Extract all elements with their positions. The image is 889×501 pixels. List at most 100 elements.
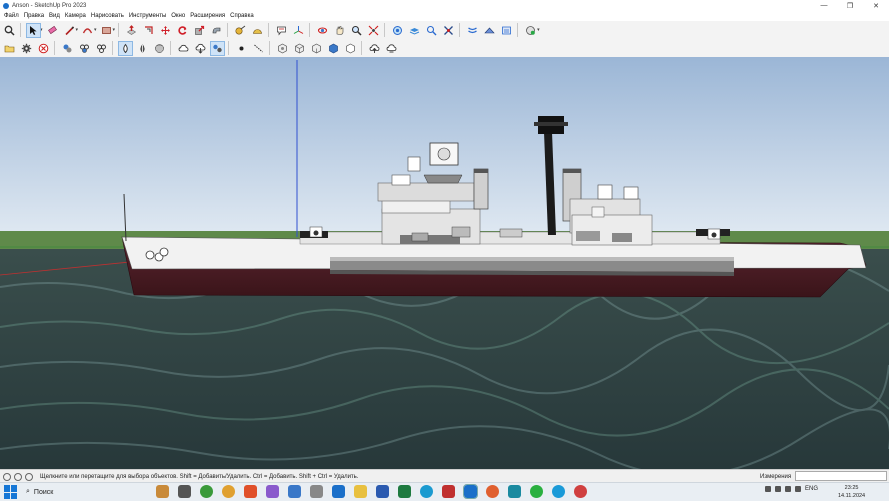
- materials-icon[interactable]: [77, 41, 92, 56]
- menu-tools[interactable]: Инструменты: [129, 13, 166, 19]
- language-indicator[interactable]: ENG: [805, 486, 818, 492]
- top-view-icon[interactable]: [292, 41, 307, 56]
- tray-chevron-icon[interactable]: [765, 486, 771, 492]
- system-clock[interactable]: 23:25 14.11.2024: [838, 484, 865, 500]
- xray-icon[interactable]: [118, 40, 133, 56]
- cloud-upload-icon[interactable]: [367, 41, 382, 56]
- outlook-icon[interactable]: [332, 485, 345, 498]
- menu-edit[interactable]: Правка: [24, 13, 44, 19]
- back-edges-icon[interactable]: [135, 41, 150, 56]
- right-view-icon[interactable]: [326, 41, 341, 56]
- taskbar-search[interactable]: ⌕ Поиск: [26, 486, 136, 498]
- search-icon[interactable]: [2, 23, 17, 38]
- wireframe-icon[interactable]: [152, 41, 167, 56]
- sketchup-taskbar-icon[interactable]: [463, 484, 478, 499]
- layers-icon[interactable]: [407, 23, 422, 38]
- menu-view[interactable]: Вид: [49, 13, 60, 19]
- app-blue-icon[interactable]: [288, 485, 301, 498]
- dot-icon[interactable]: [234, 41, 249, 56]
- app-teal-icon[interactable]: [508, 485, 521, 498]
- rotate-icon[interactable]: [175, 23, 190, 38]
- whatsapp-icon[interactable]: [530, 485, 543, 498]
- tray-app-icon[interactable]: [775, 486, 781, 492]
- arc-icon[interactable]: [80, 23, 95, 38]
- zoom-extents-icon[interactable]: [366, 23, 381, 38]
- rectangle-icon[interactable]: [99, 23, 114, 38]
- windows-start-icon[interactable]: [4, 485, 18, 499]
- push-pull-icon[interactable]: [124, 23, 139, 38]
- model-viewport[interactable]: [0, 57, 889, 469]
- app-red-icon[interactable]: [442, 485, 455, 498]
- pan-icon[interactable]: [332, 23, 347, 38]
- excel-icon[interactable]: [398, 485, 411, 498]
- scale-icon[interactable]: [192, 23, 207, 38]
- skype-icon[interactable]: [552, 485, 565, 498]
- menu-draw[interactable]: Нарисовать: [91, 13, 124, 19]
- open-folder-icon[interactable]: [2, 41, 17, 56]
- offset-icon[interactable]: [141, 23, 156, 38]
- warehouse-icon[interactable]: [499, 23, 514, 38]
- instructor-status-icon[interactable]: [25, 472, 33, 481]
- iso-view-icon[interactable]: [275, 41, 290, 56]
- share-icon[interactable]: [210, 40, 225, 56]
- dimensions-icon[interactable]: [251, 41, 266, 56]
- cloud-download-icon[interactable]: [384, 41, 399, 56]
- gear-icon[interactable]: [19, 41, 34, 56]
- solid-tools-icon[interactable]: [465, 23, 480, 38]
- orbit-icon[interactable]: [315, 23, 330, 38]
- forward-funnel[interactable]: [473, 168, 489, 210]
- upload-icon[interactable]: [176, 41, 191, 56]
- app-purple-icon[interactable]: [266, 485, 279, 498]
- menu-help[interactable]: Справка: [230, 13, 254, 19]
- app-green-icon[interactable]: [200, 485, 213, 498]
- widgets-icon[interactable]: [156, 485, 169, 498]
- measurements-field[interactable]: [795, 471, 887, 481]
- credits-status-icon[interactable]: [14, 472, 22, 481]
- measurements-label: Измерения: [760, 473, 792, 480]
- menu-camera[interactable]: Камера: [65, 13, 86, 19]
- axes-icon[interactable]: [291, 23, 306, 38]
- minimize-button[interactable]: —: [811, 0, 837, 11]
- chrome-alt-icon[interactable]: [574, 485, 587, 498]
- windows-taskbar: ⌕ Поиск ENG 23:25 14.11.2024: [0, 482, 889, 501]
- maximize-button[interactable]: ❐: [837, 0, 863, 11]
- intersect-icon[interactable]: [441, 23, 456, 38]
- text-icon[interactable]: [274, 23, 289, 38]
- volume-icon[interactable]: [795, 486, 801, 492]
- chrome-icon[interactable]: [222, 485, 235, 498]
- app-grey-icon[interactable]: [310, 485, 323, 498]
- back-view-icon[interactable]: [343, 41, 358, 56]
- add-location-icon[interactable]: [523, 23, 538, 38]
- styles-icon[interactable]: [94, 41, 109, 56]
- components-icon[interactable]: [60, 41, 75, 56]
- task-view-icon[interactable]: [178, 485, 191, 498]
- network-icon[interactable]: [785, 486, 791, 492]
- protractor-icon[interactable]: [250, 23, 265, 38]
- select-arrow-icon[interactable]: [26, 22, 41, 38]
- tape-measure-icon[interactable]: [233, 23, 248, 38]
- menu-extensions[interactable]: Расширения: [190, 13, 225, 19]
- word-icon[interactable]: [376, 485, 389, 498]
- brave-icon[interactable]: [244, 485, 257, 498]
- move-icon[interactable]: [158, 23, 173, 38]
- section-plane-icon[interactable]: [390, 23, 405, 38]
- menu-file[interactable]: Файл: [4, 13, 19, 19]
- close-circle-icon[interactable]: [36, 41, 51, 56]
- search-model-icon[interactable]: [424, 23, 439, 38]
- sandbox-icon[interactable]: [482, 23, 497, 38]
- clock-time: 23:25: [844, 485, 859, 491]
- close-button[interactable]: ✕: [863, 0, 889, 11]
- menu-bar: Файл Правка Вид Камера Нарисовать Инстру…: [0, 11, 889, 21]
- front-view-icon[interactable]: [309, 41, 324, 56]
- zoom-icon[interactable]: [349, 23, 364, 38]
- geo-status-icon[interactable]: [3, 472, 11, 481]
- follow-me-icon[interactable]: [209, 23, 224, 38]
- title-bar: Anson - SketchUp Pro 2023 — ❐ ✕: [0, 0, 889, 11]
- menu-window[interactable]: Окно: [171, 13, 185, 19]
- eraser-icon[interactable]: [45, 23, 60, 38]
- firefox-icon[interactable]: [486, 485, 499, 498]
- file-explorer-icon[interactable]: [354, 485, 367, 498]
- edge-icon[interactable]: [420, 485, 433, 498]
- download-icon[interactable]: [193, 41, 208, 56]
- line-pencil-icon[interactable]: [62, 23, 77, 38]
